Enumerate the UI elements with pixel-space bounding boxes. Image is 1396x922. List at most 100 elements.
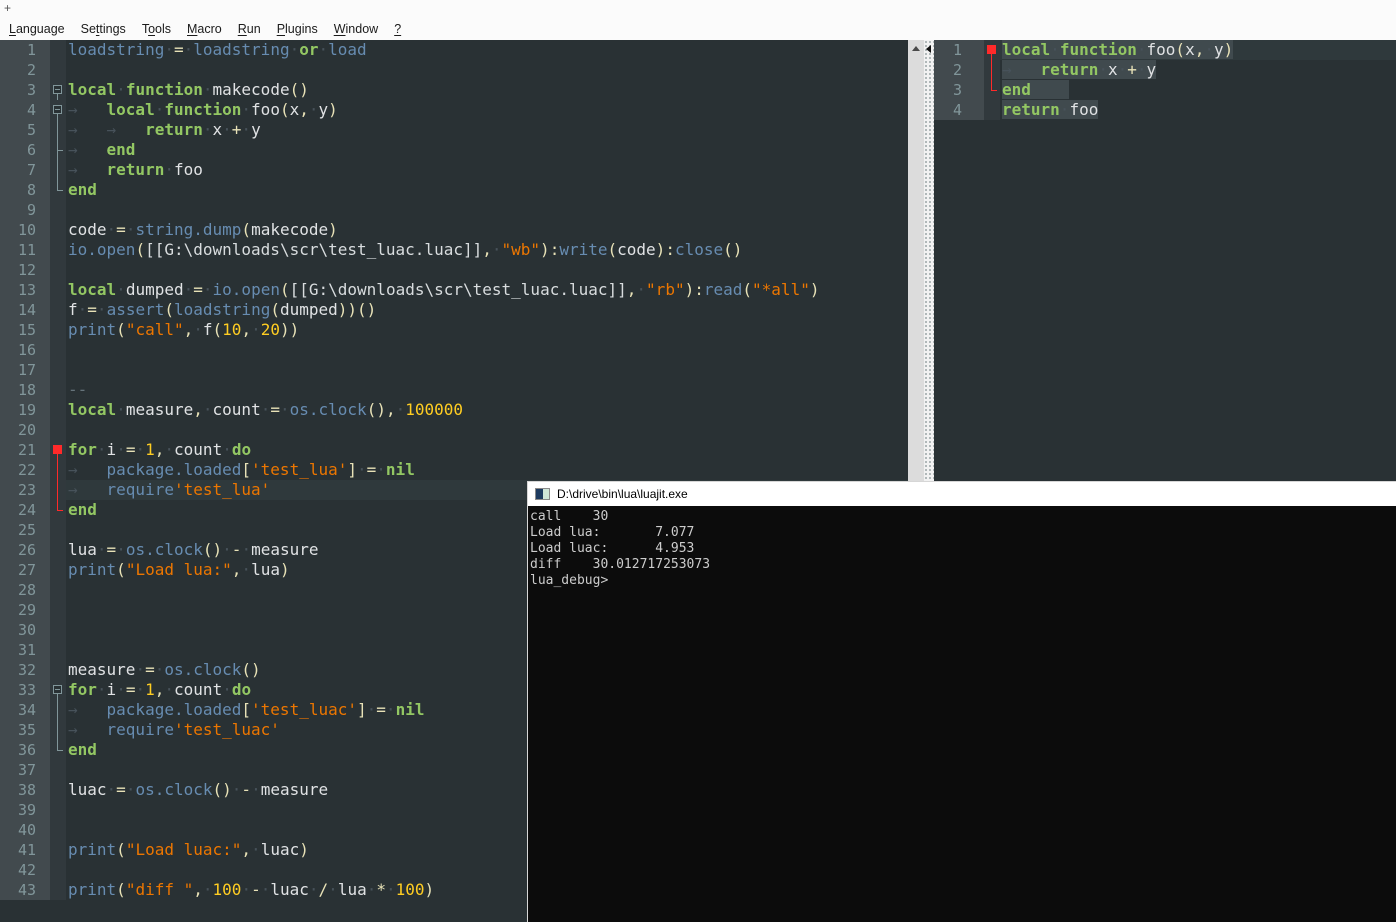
fold-margin[interactable] xyxy=(984,100,1000,120)
menu-item-run[interactable]: Run xyxy=(230,19,269,39)
line-number[interactable]: 29 xyxy=(0,600,50,620)
fold-margin[interactable] xyxy=(50,240,66,260)
line-number[interactable]: 23 xyxy=(0,480,50,500)
line-number[interactable]: 38 xyxy=(0,780,50,800)
fold-margin[interactable] xyxy=(50,360,66,380)
line-number[interactable]: 26 xyxy=(0,540,50,560)
fold-margin[interactable] xyxy=(50,800,66,820)
fold-margin[interactable] xyxy=(50,500,66,520)
menu-item-macro[interactable]: Macro xyxy=(179,19,230,39)
fold-margin[interactable] xyxy=(50,380,66,400)
fold-margin[interactable] xyxy=(50,520,66,540)
line-number[interactable]: 21 xyxy=(0,440,50,460)
fold-margin[interactable] xyxy=(50,540,66,560)
menu-item-help[interactable]: ? xyxy=(386,19,409,39)
fold-margin[interactable] xyxy=(50,60,66,80)
fold-margin[interactable] xyxy=(50,440,66,460)
fold-margin[interactable] xyxy=(50,560,66,580)
fold-margin[interactable] xyxy=(50,40,66,60)
line-number[interactable]: 16 xyxy=(0,340,50,360)
fold-margin[interactable] xyxy=(50,760,66,780)
line-number[interactable]: 28 xyxy=(0,580,50,600)
fold-marker-active[interactable] xyxy=(987,45,996,54)
fold-margin[interactable] xyxy=(50,260,66,280)
fold-margin[interactable] xyxy=(50,780,66,800)
fold-margin[interactable] xyxy=(50,840,66,860)
menu-item-tools[interactable]: Tools xyxy=(134,19,179,39)
line-number[interactable]: 43 xyxy=(0,880,50,900)
fold-marker-active[interactable] xyxy=(53,445,62,454)
line-number[interactable]: 24 xyxy=(0,500,50,520)
line-number[interactable]: 40 xyxy=(0,820,50,840)
fold-margin[interactable] xyxy=(50,200,66,220)
fold-margin[interactable] xyxy=(50,880,66,900)
menu-item-plugins[interactable]: Plugins xyxy=(269,19,326,39)
fold-margin[interactable] xyxy=(50,740,66,760)
line-number[interactable]: 31 xyxy=(0,640,50,660)
line-number[interactable]: 41 xyxy=(0,840,50,860)
console-output[interactable]: call 30 Load lua: 7.077 Load luac: 4.953 di… xyxy=(528,506,1396,922)
line-number[interactable]: 2 xyxy=(0,60,50,80)
line-number[interactable]: 15 xyxy=(0,320,50,340)
line-number[interactable]: 32 xyxy=(0,660,50,680)
fold-margin[interactable] xyxy=(50,580,66,600)
fold-margin[interactable] xyxy=(50,620,66,640)
fold-margin[interactable] xyxy=(50,280,66,300)
line-number[interactable]: 12 xyxy=(0,260,50,280)
fold-margin[interactable] xyxy=(50,640,66,660)
fold-margin[interactable] xyxy=(50,300,66,320)
line-number[interactable]: 8 xyxy=(0,180,50,200)
line-number[interactable]: 4 xyxy=(0,100,50,120)
fold-margin[interactable] xyxy=(50,140,66,160)
line-number[interactable]: 27 xyxy=(0,560,50,580)
fold-margin[interactable] xyxy=(50,460,66,480)
line-number[interactable]: 22 xyxy=(0,460,50,480)
line-number[interactable]: 37 xyxy=(0,760,50,780)
menu-item-settings[interactable]: Settings xyxy=(73,19,134,39)
line-number[interactable]: 1 xyxy=(0,40,50,60)
scroll-up-button[interactable] xyxy=(908,40,924,56)
line-number[interactable]: 18 xyxy=(0,380,50,400)
line-number[interactable]: 6 xyxy=(0,140,50,160)
fold-margin[interactable] xyxy=(50,860,66,880)
line-number[interactable]: 36 xyxy=(0,740,50,760)
fold-margin[interactable] xyxy=(50,720,66,740)
fold-margin[interactable] xyxy=(984,40,1000,60)
fold-margin[interactable] xyxy=(984,60,1000,80)
line-number[interactable]: 3 xyxy=(934,80,984,100)
line-number[interactable]: 20 xyxy=(0,420,50,440)
fold-marker[interactable] xyxy=(53,105,62,114)
fold-margin[interactable] xyxy=(50,700,66,720)
fold-margin[interactable] xyxy=(50,340,66,360)
line-number[interactable]: 9 xyxy=(0,200,50,220)
line-number[interactable]: 39 xyxy=(0,800,50,820)
fold-margin[interactable] xyxy=(50,160,66,180)
line-number[interactable]: 11 xyxy=(0,240,50,260)
line-number[interactable]: 10 xyxy=(0,220,50,240)
fold-margin[interactable] xyxy=(50,120,66,140)
line-number[interactable]: 5 xyxy=(0,120,50,140)
fold-margin[interactable] xyxy=(50,320,66,340)
line-number[interactable]: 7 xyxy=(0,160,50,180)
fold-margin[interactable] xyxy=(50,400,66,420)
fold-margin[interactable] xyxy=(50,80,66,100)
fold-margin[interactable] xyxy=(50,180,66,200)
line-number[interactable]: 1 xyxy=(934,40,984,60)
fold-margin[interactable] xyxy=(984,80,1000,100)
line-number[interactable]: 35 xyxy=(0,720,50,740)
fold-margin[interactable] xyxy=(50,420,66,440)
line-number[interactable]: 42 xyxy=(0,860,50,880)
line-number[interactable]: 19 xyxy=(0,400,50,420)
line-number[interactable]: 2 xyxy=(934,60,984,80)
line-number[interactable]: 17 xyxy=(0,360,50,380)
line-number[interactable]: 3 xyxy=(0,80,50,100)
line-number[interactable]: 34 xyxy=(0,700,50,720)
line-number[interactable]: 30 xyxy=(0,620,50,640)
fold-margin[interactable] xyxy=(50,100,66,120)
fold-margin[interactable] xyxy=(50,660,66,680)
fold-margin[interactable] xyxy=(50,220,66,240)
fold-margin[interactable] xyxy=(50,820,66,840)
menu-item-language[interactable]: Language xyxy=(1,19,73,39)
fold-marker[interactable] xyxy=(53,85,62,94)
line-number[interactable]: 33 xyxy=(0,680,50,700)
